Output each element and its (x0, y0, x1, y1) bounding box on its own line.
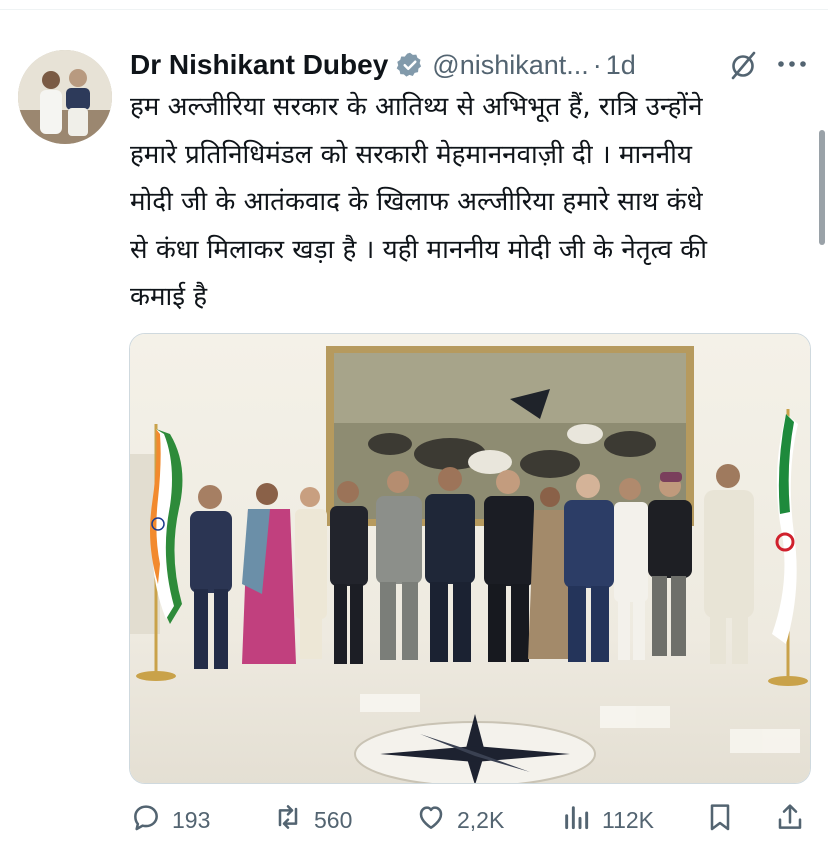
bookmark-icon (704, 801, 736, 839)
post-text-line: मोदी जी के आतंकवाद के खिलाफ अल्जीरिया हम… (130, 187, 703, 217)
group-photo-image (130, 334, 810, 783)
post-header: Dr Nishikant Dubey @nishikant... · 1d (130, 46, 810, 84)
reply-icon (130, 801, 162, 839)
like-icon (415, 801, 447, 839)
post-text-line: से कंधा मिलाकर खड़ा है । यही माननीय मोदी… (130, 234, 707, 265)
author-name[interactable]: Dr Nishikant Dubey (130, 49, 388, 81)
author-handle[interactable]: @nishikant... (432, 50, 588, 81)
verified-badge-icon (396, 51, 424, 79)
avatar-image (18, 50, 112, 144)
scrollbar[interactable] (819, 130, 825, 245)
author-avatar[interactable] (18, 50, 112, 144)
repost-count: 560 (314, 806, 353, 833)
post-text: हम अल्जीरिया सरकार के आतिथ्य से अभिभूत ह… (130, 84, 812, 322)
post-time[interactable]: 1d (606, 50, 636, 81)
repost-button[interactable]: 560 (272, 800, 352, 840)
like-count: 2,2K (457, 806, 505, 833)
post-photo[interactable] (129, 333, 811, 784)
slashed-circle-icon[interactable] (728, 50, 758, 80)
post-text-line: कमाई है (130, 282, 208, 312)
post-text-line: हमारे प्रतिनिधिमंडल को सरकारी मेहमाननवाज… (130, 139, 692, 170)
repost-icon (272, 801, 304, 839)
reply-count: 193 (172, 806, 211, 833)
header-separator: · (592, 49, 602, 80)
share-icon (774, 801, 806, 839)
views-button[interactable]: 112K (560, 800, 654, 840)
bookmark-button[interactable] (704, 800, 736, 840)
views-icon (560, 801, 592, 839)
views-count: 112K (602, 806, 655, 833)
more-dots-icon[interactable] (776, 52, 808, 76)
like-button[interactable]: 2,2K (415, 800, 504, 840)
action-bar: 193 560 2,2K 112K (130, 800, 810, 840)
top-divider (0, 9, 828, 10)
share-button[interactable] (774, 800, 806, 840)
post-text-line: हम अल्जीरिया सरकार के आतिथ्य से अभिभूत ह… (130, 92, 703, 122)
reply-button[interactable]: 193 (130, 800, 210, 840)
